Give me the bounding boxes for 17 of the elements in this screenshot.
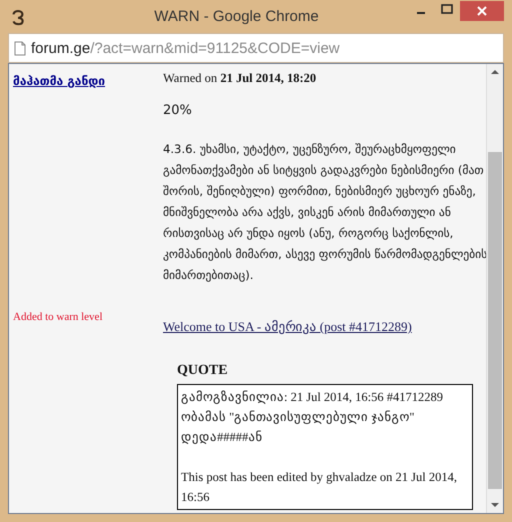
page-icon: [14, 40, 26, 56]
quote-text: ობამას "განთავისუფლებული ჯანგო" დედა#####ან: [181, 409, 416, 446]
scroll-thumb[interactable]: [488, 152, 502, 489]
edit-note: This post has been edited by ghvaladze on 21 Jul 2014, 16:56: [181, 469, 458, 506]
user-link[interactable]: მაჰათმა განდი: [13, 74, 106, 88]
warn-note: Added to warn level: [13, 311, 102, 323]
address-bar[interactable]: forum.ge/?act=warn&mid=91125&CODE=view: [8, 33, 504, 63]
quote-text: გამოგზავნილია: 21 Jul 2014, 16:56 #41712289: [181, 389, 444, 406]
post-link[interactable]: Welcome to USA - ამერიკა (post #41712289): [163, 319, 486, 335]
quote-title: QUOTE: [177, 363, 229, 379]
window-title: WARN - Google Chrome: [153, 8, 320, 25]
url-text: forum.ge/?act=warn&mid=91125&CODE=view: [31, 40, 340, 56]
close-button[interactable]: [460, 1, 504, 21]
scrollbar[interactable]: [486, 64, 503, 513]
warn-percent: 20%: [163, 103, 193, 118]
warned-date: Warned on 21 Jul 2014, 18:20: [163, 71, 318, 86]
logo-icon: [11, 8, 25, 26]
